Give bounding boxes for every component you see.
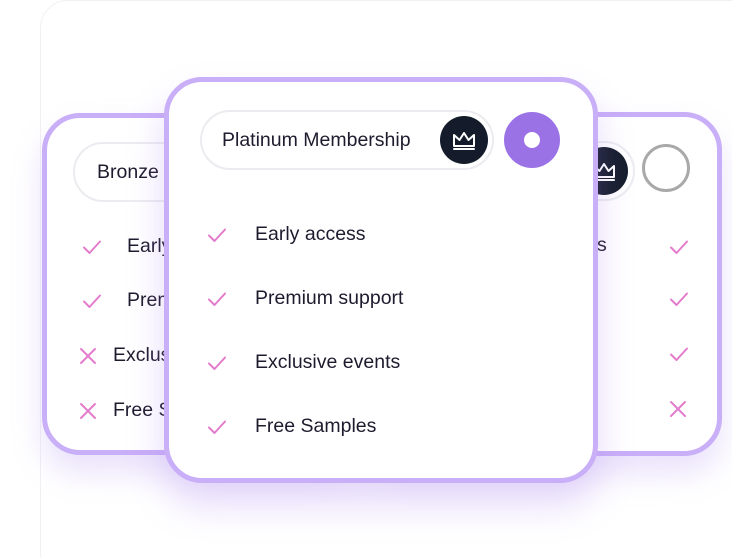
check-icon (206, 352, 228, 374)
check-icon (206, 224, 228, 246)
feature-label: Exclusive events (255, 351, 401, 373)
plan-title: Bronze (97, 160, 159, 183)
plan-header-pill: Platinum Membership (200, 110, 494, 170)
feature-row (668, 343, 690, 365)
radio-dot (524, 132, 540, 148)
feature-row: Exclus (77, 344, 170, 367)
feature-label: Free S (113, 399, 172, 421)
check-icon (668, 236, 690, 258)
feature-row (668, 236, 690, 258)
feature-row: Early access (206, 223, 366, 246)
plan-card-platinum[interactable]: Platinum Membership Early access Premium… (164, 77, 598, 483)
feature-row: Free S (77, 399, 172, 422)
cross-icon (77, 400, 99, 422)
feature-row: Early (81, 235, 171, 258)
crown-icon (440, 116, 488, 164)
feature-label: Premium support (255, 287, 404, 309)
plan-select-radio[interactable] (642, 144, 690, 192)
pricing-plans-stage: Bronze Early Prem Exclus Free S s Platin… (0, 0, 732, 558)
plan-title: Platinum Membership (222, 128, 411, 151)
feature-row (668, 288, 690, 310)
check-icon (81, 236, 103, 258)
check-icon (668, 343, 690, 365)
plan-select-radio[interactable] (504, 112, 560, 168)
feature-row: Prem (81, 289, 174, 312)
cross-icon (667, 398, 689, 420)
feature-row: Free Samples (206, 415, 376, 438)
feature-row: Exclusive events (206, 351, 400, 374)
check-icon (206, 288, 228, 310)
check-icon (81, 290, 103, 312)
feature-row (667, 398, 689, 420)
cross-icon (77, 345, 99, 367)
feature-label: s (597, 234, 607, 256)
check-icon (668, 288, 690, 310)
feature-row: Premium support (206, 287, 403, 310)
feature-label: Free Samples (255, 415, 377, 437)
feature-label: Early access (255, 223, 366, 245)
check-icon (206, 416, 228, 438)
feature-label: Exclus (113, 344, 171, 366)
